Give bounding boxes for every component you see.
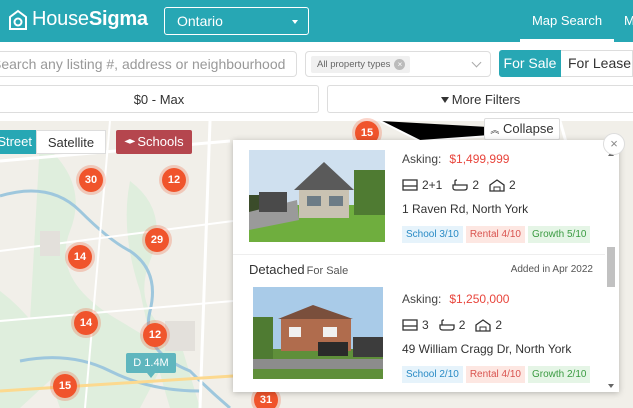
- listing-cluster[interactable]: 15: [53, 374, 77, 398]
- close-panel-button[interactable]: ×: [603, 133, 625, 155]
- graduation-cap-icon: [124, 139, 136, 144]
- asking-row: Asking: $1,499,999: [402, 152, 593, 166]
- bath-icon: [452, 179, 469, 191]
- satellite-view-toggle[interactable]: Satellite: [36, 130, 106, 154]
- property-type-chip-label: All property types: [317, 59, 391, 70]
- card-divider: [233, 254, 605, 255]
- listing-info: Asking: $1,250,000 3 2 2 49 William Cragg…: [402, 292, 593, 383]
- listing-cluster[interactable]: 30: [79, 168, 103, 192]
- top-nav-bar: HouseSigma Ontario Map Search M: [0, 0, 633, 42]
- score-tags: School 3/10 Rental 4/10 Growth 5/10: [402, 226, 593, 243]
- beds-count: 2+1: [422, 178, 443, 192]
- scroll-down-arrow-icon[interactable]: [608, 384, 614, 388]
- search-input[interactable]: Search any listing #, address or neighbo…: [0, 51, 297, 77]
- asking-label: Asking:: [402, 152, 442, 166]
- beds-count: 3: [422, 318, 429, 332]
- listing-type-line: Detached For Sale: [249, 262, 348, 277]
- parking-count: 2: [509, 178, 516, 192]
- baths-count: 2: [472, 178, 480, 192]
- property-type-chip[interactable]: All property types ×: [311, 56, 411, 73]
- street-view-toggle[interactable]: Street: [0, 130, 36, 154]
- price-pin-marker[interactable]: D 1.4M: [126, 353, 176, 378]
- listing-status: For Sale: [306, 265, 349, 277]
- chevron-down-icon: [292, 20, 298, 24]
- score-tags: School 2/10 Rental 4/10 Growth 2/10: [402, 366, 593, 383]
- listing-info: Asking: $1,499,999 2+1 2 2 1 Raven Rd, No…: [402, 152, 593, 243]
- close-icon: ×: [610, 136, 618, 151]
- listing-added-date: Added in Apr 2022: [510, 264, 593, 275]
- nav-more[interactable]: M: [624, 0, 633, 42]
- rental-score-badge: Rental 4/10: [465, 366, 525, 383]
- listing-cluster[interactable]: 12: [162, 168, 186, 192]
- listing-panel: Asking: $1,499,999 2+1 2 2 1 Raven Rd, No…: [233, 140, 619, 392]
- chevron-down-icon: [471, 57, 482, 68]
- bed-icon: [402, 319, 418, 331]
- asking-row: Asking: $1,250,000: [402, 292, 593, 306]
- listing-price: $1,250,000: [449, 292, 510, 306]
- for-lease-toggle[interactable]: For Lease: [561, 50, 633, 77]
- panel-scrollbar[interactable]: [607, 152, 615, 388]
- listing-photo[interactable]: [253, 287, 383, 379]
- listing-address[interactable]: 49 William Cragg Dr, North York: [402, 342, 593, 356]
- schools-toggle[interactable]: Schools: [116, 130, 192, 154]
- nav-map-search[interactable]: Map Search: [520, 0, 614, 42]
- house-photo-image: [249, 150, 385, 242]
- listing-cluster[interactable]: 14: [74, 311, 98, 335]
- school-score-badge: School 3/10: [402, 226, 463, 243]
- housesigma-logo[interactable]: HouseSigma: [8, 8, 148, 31]
- scrollbar-thumb[interactable]: [607, 247, 615, 287]
- growth-score-badge: Growth 2/10: [527, 366, 591, 383]
- schools-label: Schools: [137, 134, 184, 149]
- collapse-button[interactable]: ︽ Collapse: [484, 118, 560, 140]
- search-placeholder: Search any listing #, address or neighbo…: [0, 56, 286, 72]
- province-value: Ontario: [177, 13, 223, 29]
- for-sale-toggle[interactable]: For Sale: [499, 50, 561, 77]
- house-photo-image: [253, 287, 383, 379]
- features-row: 2+1 2 2: [402, 178, 593, 192]
- bath-icon: [439, 319, 455, 331]
- rental-score-badge: Rental 4/10: [465, 226, 525, 243]
- features-row: 3 2 2: [402, 318, 593, 332]
- garage-icon: [489, 178, 505, 192]
- listing-price: $1,499,999: [449, 152, 510, 166]
- garage-icon: [475, 318, 492, 332]
- asking-label: Asking:: [402, 292, 442, 306]
- logo-text: HouseSigma: [32, 8, 148, 30]
- listing-cluster[interactable]: 12: [143, 323, 167, 347]
- bed-icon: [402, 179, 418, 191]
- baths-count: 2: [458, 318, 466, 332]
- growth-score-badge: Growth 5/10: [527, 226, 591, 243]
- house-logo-icon: [9, 9, 27, 30]
- filter-icon: [440, 97, 449, 103]
- chip-remove-icon[interactable]: ×: [394, 59, 406, 70]
- more-filters-label: More Filters: [451, 92, 521, 107]
- chevron-up-icon: ︽: [490, 125, 500, 135]
- listing-address[interactable]: 1 Raven Rd, North York: [402, 202, 593, 216]
- property-type-select[interactable]: All property types ×: [305, 51, 491, 77]
- school-score-badge: School 2/10: [402, 366, 463, 383]
- collapse-label: Collapse: [503, 121, 554, 136]
- province-select[interactable]: Ontario: [164, 7, 309, 35]
- more-filters-button[interactable]: More Filters: [327, 85, 633, 113]
- listing-cluster[interactable]: 14: [68, 245, 92, 269]
- listing-cluster[interactable]: 29: [145, 228, 169, 252]
- parking-count: 2: [495, 318, 503, 332]
- listing-photo[interactable]: [249, 150, 385, 242]
- listing-type: Detached: [249, 262, 305, 277]
- price-range-filter[interactable]: $0 - Max: [0, 85, 319, 113]
